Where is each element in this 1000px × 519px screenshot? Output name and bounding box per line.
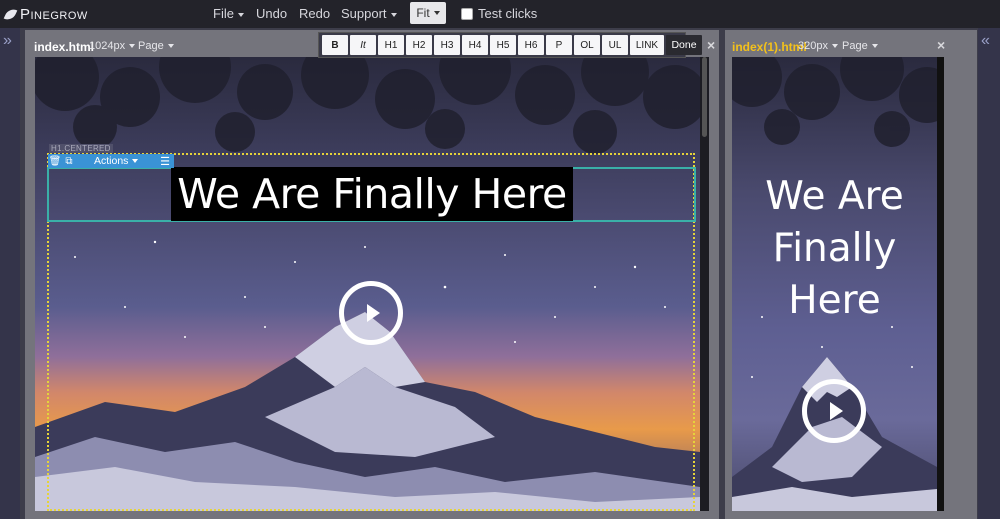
unordered-list-button[interactable]: UL	[602, 35, 628, 55]
hero-headline[interactable]: We Are Finally Here	[732, 171, 937, 327]
double-chevron-right-icon[interactable]: »	[3, 33, 12, 49]
app-logo: Pinegrow	[3, 5, 88, 23]
paragraph-button[interactable]: P	[546, 35, 572, 55]
panel-page-menu[interactable]: Page	[138, 40, 174, 52]
trash-icon[interactable]: 🗑	[48, 156, 62, 167]
canvas-scrollbar[interactable]	[937, 57, 944, 511]
pinegrow-leaf-icon	[3, 6, 18, 22]
undo-button[interactable]: Undo	[256, 6, 287, 21]
selection-tag-label: H1.CENTERED	[49, 144, 113, 153]
caret-down-icon	[433, 11, 440, 15]
test-clicks-checkbox[interactable]	[461, 7, 473, 20]
play-icon	[829, 402, 843, 420]
play-button[interactable]	[802, 379, 866, 443]
redo-button[interactable]: Redo	[299, 6, 330, 21]
element-action-toolbar: 🗑 ⧉ Actions ☰	[48, 154, 174, 168]
page-panel-desktop: index.html 1024px Page × H1.CENTERED We …	[25, 30, 719, 519]
top-menubar: Pinegrow File Undo Redo Support Fit Test…	[0, 0, 1000, 28]
double-chevron-left-icon[interactable]: «	[981, 33, 990, 49]
file-menu[interactable]: File	[213, 6, 244, 21]
scrollbar-thumb[interactable]	[702, 57, 707, 137]
right-sidebar-rail: «	[978, 28, 1000, 519]
text-format-toolbar: B It H1 H2 H3 H4 H5 H6 P OL UL LINK Done	[318, 32, 702, 58]
page-canvas[interactable]: We Are Finally Here	[732, 57, 937, 511]
caret-down-icon	[831, 44, 838, 49]
bold-button[interactable]: B	[322, 35, 348, 55]
panel-file-name[interactable]: index.html	[34, 40, 94, 54]
test-clicks-toggle[interactable]: Test clicks	[461, 6, 537, 21]
italic-button[interactable]: It	[350, 35, 376, 55]
actions-label: Actions	[94, 155, 129, 167]
fit-label: Fit	[416, 6, 430, 20]
actions-menu-button[interactable]: Actions	[94, 155, 139, 167]
panel-page-label: Page	[138, 40, 164, 52]
done-button[interactable]: Done	[666, 35, 702, 55]
support-menu[interactable]: Support	[341, 6, 397, 21]
fit-zoom-button[interactable]: Fit	[410, 2, 446, 24]
panel-page-label: Page	[842, 40, 868, 52]
test-clicks-label: Test clicks	[478, 6, 538, 21]
panel-file-name[interactable]: index(1).html	[732, 40, 807, 54]
h4-button[interactable]: H4	[462, 35, 488, 55]
h6-button[interactable]: H6	[518, 35, 544, 55]
caret-down-icon	[132, 159, 139, 163]
page-canvas[interactable]: H1.CENTERED We Are Finally Here 🗑 ⧉ Acti…	[35, 57, 700, 511]
panel-size-label: 1024px	[89, 40, 126, 52]
caret-down-icon	[129, 44, 136, 49]
ordered-list-button[interactable]: OL	[574, 35, 600, 55]
close-icon[interactable]: ×	[707, 37, 715, 53]
h3-button[interactable]: H3	[434, 35, 460, 55]
app-logo-text: Pinegrow	[20, 5, 88, 23]
hamburger-icon[interactable]: ☰	[160, 155, 170, 168]
canvas-scrollbar[interactable]	[700, 57, 709, 511]
caret-down-icon	[390, 12, 397, 17]
panel-size-menu[interactable]: 320px	[798, 40, 838, 52]
file-menu-label: File	[213, 6, 234, 21]
support-menu-label: Support	[341, 6, 387, 21]
close-icon[interactable]: ×	[937, 37, 945, 53]
panel-size-label: 320px	[798, 40, 828, 52]
panel-page-menu[interactable]: Page	[842, 40, 878, 52]
h5-button[interactable]: H5	[490, 35, 516, 55]
h1-button[interactable]: H1	[378, 35, 404, 55]
link-button[interactable]: LINK	[630, 35, 664, 55]
play-icon	[366, 304, 380, 322]
h2-button[interactable]: H2	[406, 35, 432, 55]
panel-size-menu[interactable]: 1024px	[89, 40, 136, 52]
play-button[interactable]	[339, 281, 403, 345]
panel-header: index(1).html 320px Page ×	[725, 30, 977, 55]
page-panel-mobile: index(1).html 320px Page × We Are Finall…	[725, 30, 977, 519]
caret-down-icon	[871, 44, 878, 49]
caret-down-icon	[167, 44, 174, 49]
left-sidebar-rail: »	[0, 28, 20, 519]
caret-down-icon	[237, 12, 244, 17]
hero-headline[interactable]: We Are Finally Here	[171, 167, 573, 221]
copy-icon[interactable]: ⧉	[62, 156, 76, 167]
